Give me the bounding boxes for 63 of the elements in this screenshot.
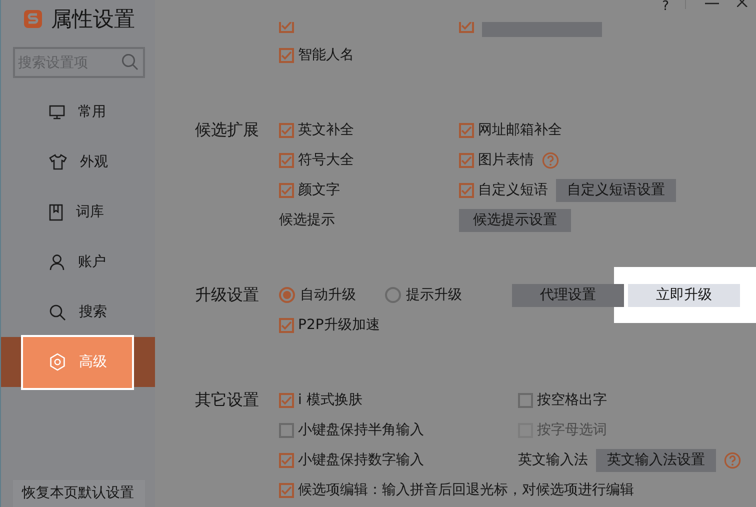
section-label: 其它设置 [195,389,259,411]
sidebar-item[interactable]: 常用 [21,87,134,137]
checkbox[interactable] [279,318,294,332]
checkbox[interactable] [459,182,474,198]
help-icon[interactable] [542,152,559,168]
checkbox[interactable] [459,152,474,168]
checkbox[interactable] [279,122,294,138]
checkbox-label: 按字母选词 [537,420,607,440]
checkbox[interactable] [279,22,294,32]
search-icon [121,53,139,71]
checkbox[interactable] [279,482,294,498]
checkbox-label: 智能人名 [298,46,354,64]
section-label: 升级设置 [195,284,259,306]
checkbox[interactable] [279,182,294,198]
settings-button[interactable]: 代理设置 [512,284,624,306]
radio-label: 自动升级 [300,286,356,304]
settings-button[interactable]: 候选提示设置 [459,208,571,232]
gear-icon [49,353,66,371]
settings-button[interactable]: 立即升级 [628,284,740,306]
checkbox-label: 网址邮箱补全 [478,120,562,140]
help-button[interactable]: ? [662,0,669,13]
checkbox-label: 颜文字 [298,180,340,200]
checkbox-label: 小键盘保持半角输入 [298,420,424,440]
checkbox[interactable] [279,48,294,62]
checkbox[interactable] [459,22,474,32]
checkbox[interactable] [518,392,533,408]
window-title: 属性设置 [51,8,135,30]
person-icon [49,254,65,270]
checkbox[interactable] [279,152,294,168]
monitor-icon [49,104,65,120]
checkbox[interactable] [279,392,294,408]
checkbox-label: 英文补全 [298,120,354,140]
checkbox[interactable] [459,122,474,138]
shirt-icon [49,154,67,170]
sidebar-item[interactable]: 账户 [21,237,134,287]
checkbox-label: P2P升级加速 [298,316,380,334]
checkbox[interactable] [279,422,294,438]
checkbox-label: 小键盘保持数字输入 [298,450,424,470]
radio-button[interactable] [279,287,295,303]
field-label: 英文输入法 [518,450,588,470]
checkbox[interactable] [279,452,294,468]
close-icon[interactable] [737,0,748,7]
settings-button[interactable]: 英文输入法设置 [596,448,716,472]
book-icon [49,204,63,220]
checkbox-label: i 模式换肤 [298,390,362,410]
radio-button[interactable] [385,287,401,303]
help-icon[interactable] [724,452,741,468]
field-label: 候选提示 [279,210,335,230]
checkbox-label: 图片表情 [478,150,534,170]
checkbox-label: 自定义短语 [478,180,548,200]
sidebar-item[interactable]: 外观 [21,137,134,187]
search-icon [49,304,66,320]
sidebar-item[interactable]: 搜索 [21,287,134,337]
checkbox-label: 按空格出字 [537,390,607,410]
checkbox-label: 符号大全 [298,150,354,170]
section-label: 候选扩展 [195,119,259,141]
sidebar-item[interactable]: 词库 [21,187,134,237]
checkbox-label: 候选项编辑：输入拼音后回退光标，对候选项进行编辑 [298,480,634,500]
restore-defaults-button[interactable]: 恢复本页默认设置 [13,480,145,507]
minimize-icon[interactable] [705,2,719,5]
logo-icon [23,9,43,29]
radio-label: 提示升级 [406,286,462,304]
settings-button[interactable]: 自定义短语设置 [556,178,676,202]
